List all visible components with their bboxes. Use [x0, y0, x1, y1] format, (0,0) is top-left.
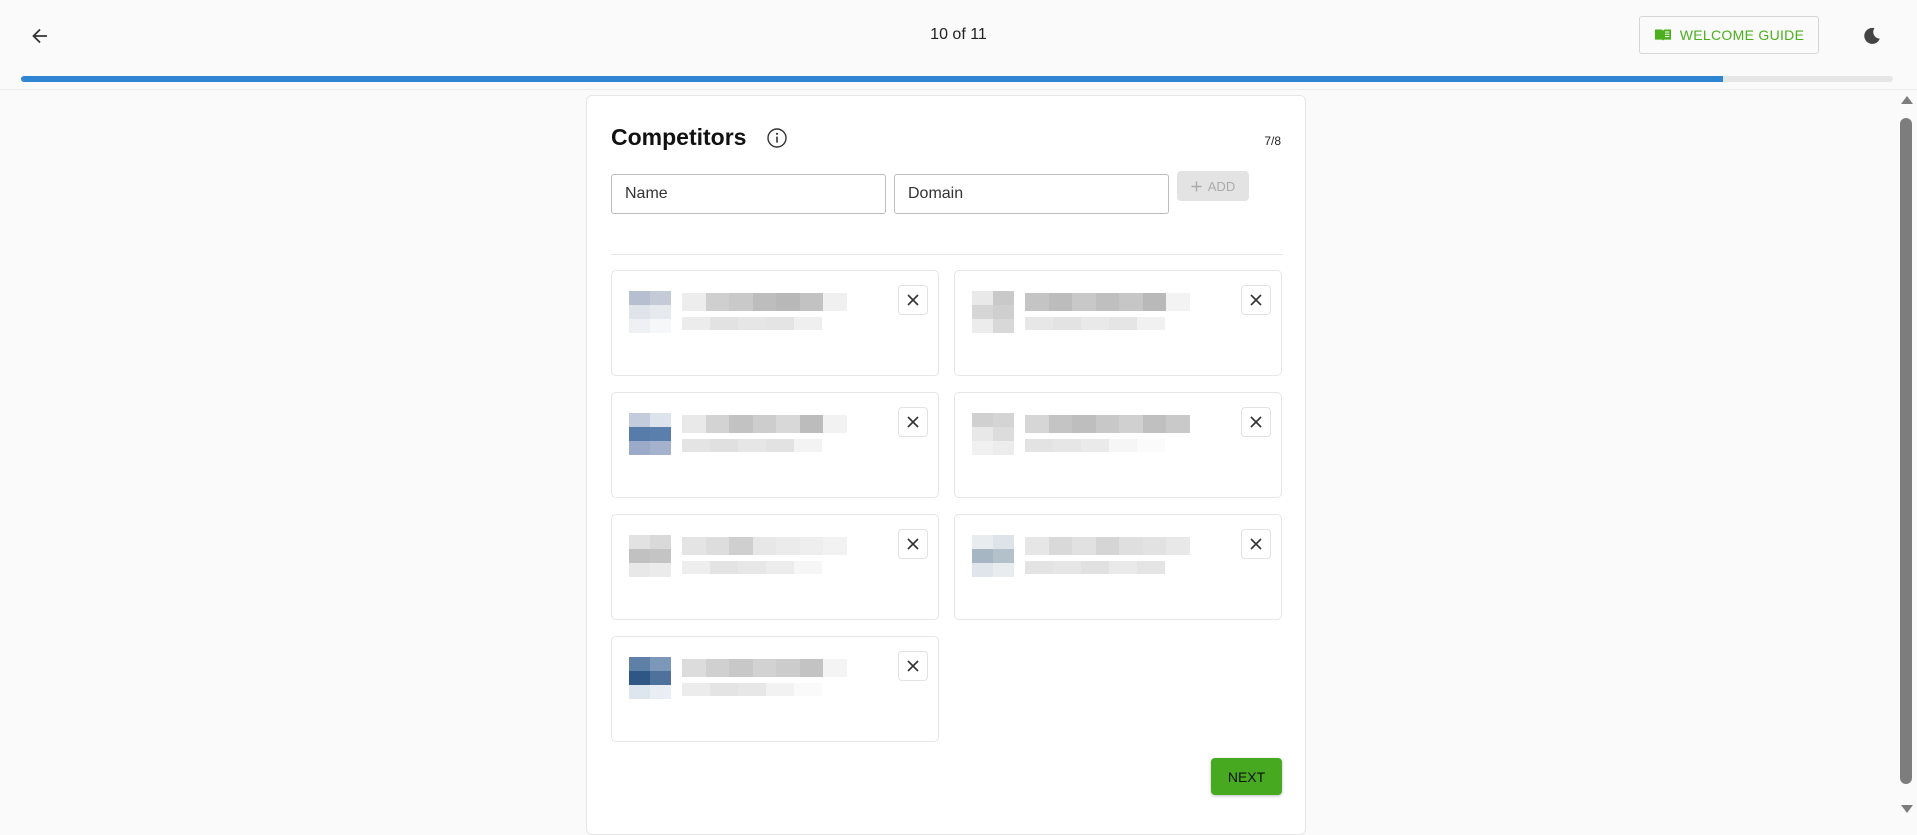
- divider: [611, 254, 1282, 255]
- moon-icon: [1864, 27, 1880, 44]
- competitor-name-redacted: [682, 537, 848, 555]
- competitor-domain-redacted: [682, 317, 822, 330]
- welcome-guide-label: WELCOME GUIDE: [1679, 27, 1805, 43]
- remove-competitor-button[interactable]: [898, 407, 928, 437]
- info-icon: [767, 128, 787, 148]
- competitor-card: [611, 514, 939, 620]
- remove-competitor-button[interactable]: [1241, 407, 1271, 437]
- next-button-label: NEXT: [1227, 768, 1266, 785]
- competitor-card: [611, 270, 939, 376]
- remove-competitor-button[interactable]: [1241, 285, 1271, 315]
- progress-bar: [21, 76, 1893, 82]
- close-icon: [907, 416, 919, 428]
- competitor-logo: [972, 535, 1014, 577]
- close-icon: [907, 294, 919, 306]
- competitor-name-redacted: [1025, 415, 1191, 433]
- remove-competitor-button[interactable]: [1241, 529, 1271, 559]
- competitor-domain-redacted: [1025, 317, 1165, 330]
- close-icon: [1250, 294, 1262, 306]
- divider: [0, 89, 1917, 90]
- welcome-guide-button[interactable]: WELCOME GUIDE: [1639, 16, 1819, 54]
- add-button[interactable]: ADD: [1177, 171, 1249, 201]
- competitor-name-redacted: [682, 659, 848, 677]
- theme-toggle-button[interactable]: [1860, 24, 1884, 48]
- close-icon: [907, 538, 919, 550]
- competitor-name-redacted: [682, 415, 848, 433]
- competitor-card: [611, 636, 939, 742]
- book-icon: [1654, 29, 1671, 41]
- competitor-count: 7/8: [1264, 134, 1281, 148]
- progress-bar-fill: [21, 76, 1723, 82]
- close-icon: [1250, 416, 1262, 428]
- competitor-card: [954, 392, 1282, 498]
- close-icon: [907, 660, 919, 672]
- scroll-up-arrow-icon[interactable]: [1901, 96, 1913, 104]
- scroll-down-arrow-icon[interactable]: [1901, 805, 1913, 813]
- competitor-logo: [629, 535, 671, 577]
- competitor-domain-redacted: [1025, 561, 1165, 574]
- competitor-logo: [629, 291, 671, 333]
- competitors-card: Competitors 7/8 ADD NEXT: [586, 95, 1306, 835]
- step-counter: 10 of 11: [930, 26, 987, 43]
- competitor-domain-redacted: [682, 683, 822, 696]
- competitor-domain-redacted: [1025, 439, 1165, 452]
- name-input[interactable]: [611, 174, 886, 214]
- competitor-domain-redacted: [682, 561, 822, 574]
- remove-competitor-button[interactable]: [898, 285, 928, 315]
- competitor-card: [611, 392, 939, 498]
- remove-competitor-button[interactable]: [898, 529, 928, 559]
- add-button-label: ADD: [1207, 178, 1236, 194]
- scrollbar[interactable]: [1899, 96, 1913, 817]
- info-button[interactable]: [765, 126, 789, 150]
- competitor-name-redacted: [682, 293, 848, 311]
- competitor-logo: [972, 291, 1014, 333]
- top-bar: 10 of 11 WELCOME GUIDE: [0, 0, 1917, 82]
- next-button[interactable]: NEXT: [1211, 758, 1282, 795]
- competitor-domain-redacted: [682, 439, 822, 452]
- scrollbar-thumb[interactable]: [1900, 118, 1912, 784]
- competitor-logo: [629, 657, 671, 699]
- close-icon: [1250, 538, 1262, 550]
- domain-input[interactable]: [894, 174, 1169, 214]
- page-title: Competitors: [611, 124, 747, 150]
- remove-competitor-button[interactable]: [898, 651, 928, 681]
- competitor-name-redacted: [1025, 293, 1191, 311]
- plus-icon: [1191, 181, 1202, 191]
- competitor-name-redacted: [1025, 537, 1191, 555]
- competitor-card: [954, 270, 1282, 376]
- competitor-logo: [629, 413, 671, 455]
- competitor-card: [954, 514, 1282, 620]
- competitor-logo: [972, 413, 1014, 455]
